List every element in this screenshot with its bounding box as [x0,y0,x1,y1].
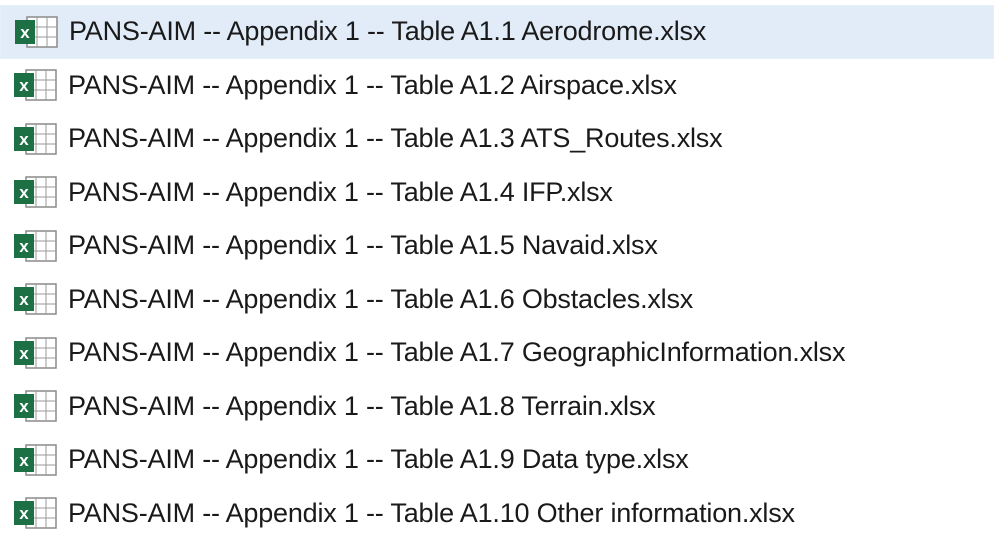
excel-file-icon: x [14,123,57,155]
svg-text:x: x [19,130,29,149]
svg-text:x: x [19,451,29,470]
svg-text:x: x [19,397,29,416]
file-name: PANS-AIM -- Appendix 1 -- Table A1.9 Dat… [68,444,689,475]
file-name: PANS-AIM -- Appendix 1 -- Table A1.3 ATS… [68,123,723,154]
svg-text:x: x [19,504,29,523]
excel-file-icon: x [14,176,57,208]
file-list-item[interactable]: x PANS-AIM -- Appendix 1 -- Table A1.3 A… [0,112,994,166]
file-list-item[interactable]: x PANS-AIM -- Appendix 1 -- Table A1.5 N… [0,219,994,273]
file-list-item[interactable]: x PANS-AIM -- Appendix 1 -- Table A1.10 … [0,487,994,541]
excel-file-icon: x [14,497,57,529]
excel-file-icon: x [14,283,57,315]
excel-file-icon: x [14,390,57,422]
file-list-item[interactable]: x PANS-AIM -- Appendix 1 -- Table A1.7 G… [0,326,994,380]
file-list-item[interactable]: x PANS-AIM -- Appendix 1 -- Table A1.4 I… [0,166,994,220]
file-name: PANS-AIM -- Appendix 1 -- Table A1.6 Obs… [68,283,694,314]
file-name: PANS-AIM -- Appendix 1 -- Table A1.7 Geo… [68,337,846,368]
file-name: PANS-AIM -- Appendix 1 -- Table A1.8 Ter… [68,390,656,421]
file-list-item[interactable]: x PANS-AIM -- Appendix 1 -- Table A1.2 A… [0,59,994,113]
file-list-item[interactable]: x PANS-AIM -- Appendix 1 -- Table A1.6 O… [0,273,994,327]
svg-text:x: x [19,344,29,363]
file-name: PANS-AIM -- Appendix 1 -- Table A1.1 Aer… [69,16,707,47]
file-name: PANS-AIM -- Appendix 1 -- Table A1.10 Ot… [68,497,795,528]
file-name: PANS-AIM -- Appendix 1 -- Table A1.4 IFP… [68,176,613,207]
svg-text:x: x [20,23,30,42]
excel-file-icon: x [14,444,57,476]
excel-file-icon: x [15,16,58,48]
file-list: x PANS-AIM -- Appendix 1 -- Table A1.1 A… [0,5,994,540]
svg-text:x: x [19,290,29,309]
file-name: PANS-AIM -- Appendix 1 -- Table A1.2 Air… [68,69,677,100]
excel-file-icon: x [14,230,57,262]
svg-text:x: x [19,76,29,95]
file-list-item[interactable]: x PANS-AIM -- Appendix 1 -- Table A1.9 D… [0,433,994,487]
svg-text:x: x [19,237,29,256]
excel-file-icon: x [14,337,57,369]
file-list-item[interactable]: x PANS-AIM -- Appendix 1 -- Table A1.1 A… [0,5,994,59]
file-list-item[interactable]: x PANS-AIM -- Appendix 1 -- Table A1.8 T… [0,380,994,434]
svg-text:x: x [19,183,29,202]
file-name: PANS-AIM -- Appendix 1 -- Table A1.5 Nav… [68,230,658,261]
excel-file-icon: x [14,69,57,101]
